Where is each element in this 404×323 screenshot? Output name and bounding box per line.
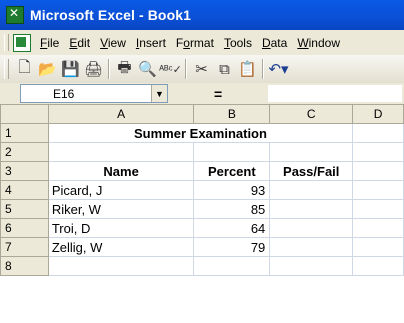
open-icon[interactable]: 📂: [36, 58, 59, 80]
name-box[interactable]: E16 ▼: [20, 84, 168, 103]
toolbar-separator: [108, 59, 110, 79]
new-icon[interactable]: 🗋: [13, 58, 36, 80]
formula-input[interactable]: [268, 85, 402, 102]
student-name-cell[interactable]: Zellig, W: [47, 237, 195, 257]
formula-equals-icon[interactable]: =: [214, 86, 222, 102]
menu-grip[interactable]: [4, 34, 9, 51]
student-passfail-cell[interactable]: [269, 218, 354, 238]
student-name-cell[interactable]: Troi, D: [47, 218, 195, 238]
paste-icon[interactable]: 📋: [236, 58, 259, 80]
menu-format[interactable]: Format: [171, 36, 219, 50]
student-name-cell[interactable]: Picard, J: [47, 180, 195, 200]
row-header[interactable]: 6: [0, 218, 49, 238]
spelling-icon[interactable]: ᴬᴮᶜ✓: [159, 58, 182, 80]
toolbar-grip[interactable]: [4, 59, 9, 79]
cell[interactable]: [352, 199, 404, 219]
cell[interactable]: [352, 218, 404, 238]
spreadsheet-grid: A B C D 1 Summer Examination 2 3 Name Pe…: [0, 104, 404, 276]
menu-bar: File Edit View Insert Format Tools Data …: [0, 30, 404, 56]
window-title: Microsoft Excel - Book1: [30, 7, 192, 23]
row-header[interactable]: 5: [0, 199, 49, 219]
save-icon[interactable]: 💾: [59, 58, 82, 80]
toolbar-separator: [185, 59, 187, 79]
student-percent-cell[interactable]: 93: [193, 180, 271, 200]
chevron-down-icon[interactable]: ▼: [151, 85, 167, 102]
cell[interactable]: [193, 256, 271, 276]
print-icon[interactable]: 🖶: [113, 58, 136, 80]
student-percent-cell[interactable]: 79: [193, 237, 271, 257]
column-header-d[interactable]: D: [352, 104, 404, 124]
workbook-icon[interactable]: [13, 33, 31, 52]
student-passfail-cell[interactable]: [269, 180, 354, 200]
cell[interactable]: [47, 142, 195, 162]
menu-tools[interactable]: Tools: [219, 36, 257, 50]
column-header-a[interactable]: A: [47, 104, 195, 124]
permission-icon[interactable]: 🖨: [82, 58, 105, 80]
cell[interactable]: [352, 123, 404, 143]
header-name-cell[interactable]: Name: [47, 161, 195, 181]
print-preview-icon[interactable]: 🔍: [136, 58, 159, 80]
select-all-corner[interactable]: [0, 104, 49, 124]
menu-insert[interactable]: Insert: [131, 36, 171, 50]
cell[interactable]: [352, 142, 404, 162]
cut-icon[interactable]: ✂: [190, 58, 213, 80]
cell[interactable]: [193, 142, 271, 162]
column-header-b[interactable]: B: [193, 104, 271, 124]
student-percent-cell[interactable]: 64: [193, 218, 271, 238]
student-name-cell[interactable]: Riker, W: [47, 199, 195, 219]
header-passfail-cell[interactable]: Pass/Fail: [269, 161, 354, 181]
row-header[interactable]: 8: [0, 256, 49, 276]
name-box-value: E16: [53, 86, 75, 101]
header-percent-cell[interactable]: Percent: [193, 161, 271, 181]
excel-app-icon[interactable]: [6, 6, 24, 24]
row-header[interactable]: 1: [0, 123, 49, 143]
row-header[interactable]: 2: [0, 142, 49, 162]
menu-file[interactable]: File: [35, 36, 64, 50]
row-header[interactable]: 4: [0, 180, 49, 200]
row-header[interactable]: 7: [0, 237, 49, 257]
menu-data[interactable]: Data: [257, 36, 292, 50]
cell[interactable]: [352, 256, 404, 276]
cell[interactable]: [269, 256, 354, 276]
student-percent-cell[interactable]: 85: [193, 199, 271, 219]
cell[interactable]: [269, 142, 354, 162]
sheet-title-cell[interactable]: Summer Examination: [47, 123, 354, 143]
cell[interactable]: [352, 237, 404, 257]
cell[interactable]: [47, 256, 195, 276]
student-passfail-cell[interactable]: [269, 199, 354, 219]
menu-edit[interactable]: Edit: [64, 36, 95, 50]
title-bar: Microsoft Excel - Book1: [0, 0, 404, 30]
toolbar-separator: [262, 59, 264, 79]
formula-bar: E16 ▼ =: [0, 83, 404, 104]
menu-window[interactable]: Window: [292, 36, 345, 50]
menu-view[interactable]: View: [95, 36, 131, 50]
copy-icon[interactable]: ⧉: [213, 58, 236, 80]
row-header[interactable]: 3: [0, 161, 49, 181]
standard-toolbar: 🗋 📂 💾 🖨 🖶 🔍 ᴬᴮᶜ✓ ✂ ⧉ 📋 ↶▾: [0, 55, 404, 84]
student-passfail-cell[interactable]: [269, 237, 354, 257]
cell[interactable]: [352, 180, 404, 200]
cell[interactable]: [352, 161, 404, 181]
undo-icon[interactable]: ↶▾: [267, 58, 290, 80]
column-header-c[interactable]: C: [269, 104, 354, 124]
